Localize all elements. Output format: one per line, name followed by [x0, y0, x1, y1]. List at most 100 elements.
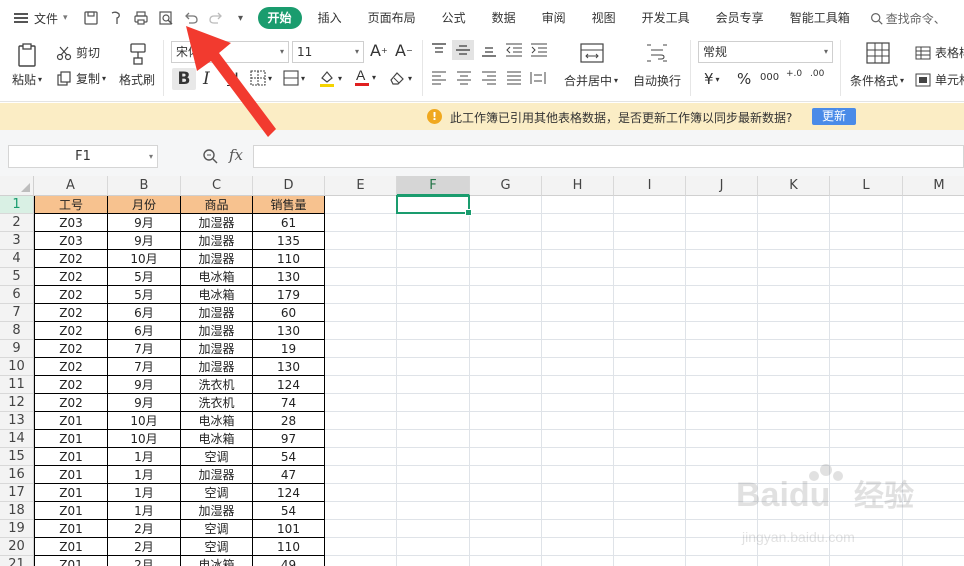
- column-header-g[interactable]: G: [470, 176, 542, 196]
- table-cell[interactable]: 9月: [108, 376, 181, 394]
- align-top-icon[interactable]: [431, 43, 447, 57]
- table-cell[interactable]: [758, 520, 830, 538]
- table-cell[interactable]: 9月: [108, 214, 181, 232]
- wrap-text-icon[interactable]: [645, 43, 669, 63]
- table-cell[interactable]: Z02: [34, 322, 108, 340]
- table-cell[interactable]: [325, 412, 397, 430]
- table-cell[interactable]: [325, 268, 397, 286]
- table-cell[interactable]: [903, 394, 964, 412]
- table-cell[interactable]: [397, 322, 470, 340]
- table-cell[interactable]: [903, 340, 964, 358]
- customize-qa-icon[interactable]: ▾: [232, 9, 250, 27]
- row-header[interactable]: 5: [0, 268, 34, 286]
- column-header-a[interactable]: A: [34, 176, 108, 196]
- table-style-button[interactable]: 表格样: [915, 44, 964, 61]
- row-header[interactable]: 4: [0, 250, 34, 268]
- table-cell[interactable]: [397, 556, 470, 566]
- bold-button[interactable]: B: [172, 68, 196, 90]
- table-cell[interactable]: [686, 340, 758, 358]
- table-cell[interactable]: [470, 394, 542, 412]
- table-cell[interactable]: 5月: [108, 268, 181, 286]
- table-cell[interactable]: Z01: [34, 502, 108, 520]
- table-cell[interactable]: [830, 538, 903, 556]
- table-cell[interactable]: 124: [253, 376, 325, 394]
- conditional-format-icon[interactable]: [866, 42, 890, 64]
- table-cell[interactable]: [470, 466, 542, 484]
- tab-page-layout[interactable]: 页面布局: [358, 7, 426, 29]
- table-cell[interactable]: [614, 556, 686, 566]
- table-cell[interactable]: [758, 556, 830, 566]
- table-cell[interactable]: [325, 394, 397, 412]
- table-cell[interactable]: [758, 466, 830, 484]
- table-cell[interactable]: [686, 520, 758, 538]
- table-cell[interactable]: [614, 358, 686, 376]
- table-cell[interactable]: [758, 394, 830, 412]
- table-cell[interactable]: Z01: [34, 430, 108, 448]
- table-cell[interactable]: 61: [253, 214, 325, 232]
- table-cell[interactable]: [686, 484, 758, 502]
- decrease-indent-icon[interactable]: [505, 43, 523, 57]
- table-cell[interactable]: [325, 376, 397, 394]
- paste-icon[interactable]: [14, 42, 40, 68]
- table-cell[interactable]: [830, 448, 903, 466]
- save-icon[interactable]: [82, 9, 100, 27]
- tab-data[interactable]: 数据: [482, 7, 526, 29]
- table-cell[interactable]: [325, 538, 397, 556]
- table-cell[interactable]: 空调: [181, 538, 253, 556]
- align-middle-icon[interactable]: [452, 40, 474, 60]
- table-cell[interactable]: 加湿器: [181, 250, 253, 268]
- table-cell[interactable]: 空调: [181, 448, 253, 466]
- table-cell[interactable]: [686, 430, 758, 448]
- table-cell[interactable]: [542, 412, 614, 430]
- print-preview-icon[interactable]: [157, 9, 175, 27]
- table-cell[interactable]: [397, 358, 470, 376]
- table-cell[interactable]: 加湿器: [181, 322, 253, 340]
- tab-formulas[interactable]: 公式: [432, 7, 476, 29]
- table-cell[interactable]: 洗衣机: [181, 376, 253, 394]
- table-cell[interactable]: 110: [253, 250, 325, 268]
- table-cell[interactable]: 47: [253, 466, 325, 484]
- row-header[interactable]: 2: [0, 214, 34, 232]
- table-cell[interactable]: [542, 268, 614, 286]
- table-cell[interactable]: [470, 268, 542, 286]
- align-right-icon[interactable]: [481, 71, 497, 85]
- column-header-f[interactable]: F: [397, 176, 470, 196]
- table-cell[interactable]: [686, 304, 758, 322]
- table-cell[interactable]: 1月: [108, 448, 181, 466]
- table-cell[interactable]: [830, 556, 903, 566]
- table-cell[interactable]: Z01: [34, 556, 108, 566]
- table-cell[interactable]: [903, 484, 964, 502]
- table-cell[interactable]: [903, 430, 964, 448]
- table-cell[interactable]: [397, 466, 470, 484]
- table-cell[interactable]: [470, 340, 542, 358]
- tab-developer[interactable]: 开发工具: [632, 7, 700, 29]
- formula-input[interactable]: [253, 145, 964, 168]
- column-header-b[interactable]: B: [108, 176, 181, 196]
- wrap-text-button[interactable]: 自动换行: [633, 72, 681, 89]
- column-header-m[interactable]: M: [903, 176, 964, 196]
- table-cell[interactable]: [470, 430, 542, 448]
- table-cell[interactable]: [542, 232, 614, 250]
- column-header-c[interactable]: C: [181, 176, 253, 196]
- table-header-cell[interactable]: 月份: [108, 196, 181, 214]
- table-cell[interactable]: [903, 358, 964, 376]
- column-header-l[interactable]: L: [830, 176, 903, 196]
- table-cell[interactable]: [830, 520, 903, 538]
- table-cell[interactable]: 1月: [108, 484, 181, 502]
- table-cell[interactable]: 加湿器: [181, 340, 253, 358]
- table-cell[interactable]: [614, 484, 686, 502]
- table-cell[interactable]: 7月: [108, 358, 181, 376]
- zoom-icon[interactable]: [202, 148, 218, 167]
- table-cell[interactable]: 9月: [108, 232, 181, 250]
- table-cell[interactable]: [542, 340, 614, 358]
- table-cell[interactable]: [614, 394, 686, 412]
- table-cell[interactable]: [542, 520, 614, 538]
- table-cell[interactable]: 洗衣机: [181, 394, 253, 412]
- table-cell[interactable]: [470, 196, 542, 214]
- table-cell[interactable]: 电冰箱: [181, 286, 253, 304]
- table-cell[interactable]: [325, 232, 397, 250]
- format-painter-qa-icon[interactable]: [107, 9, 125, 27]
- table-cell[interactable]: [686, 250, 758, 268]
- table-cell[interactable]: 空调: [181, 520, 253, 538]
- row-header[interactable]: 15: [0, 448, 34, 466]
